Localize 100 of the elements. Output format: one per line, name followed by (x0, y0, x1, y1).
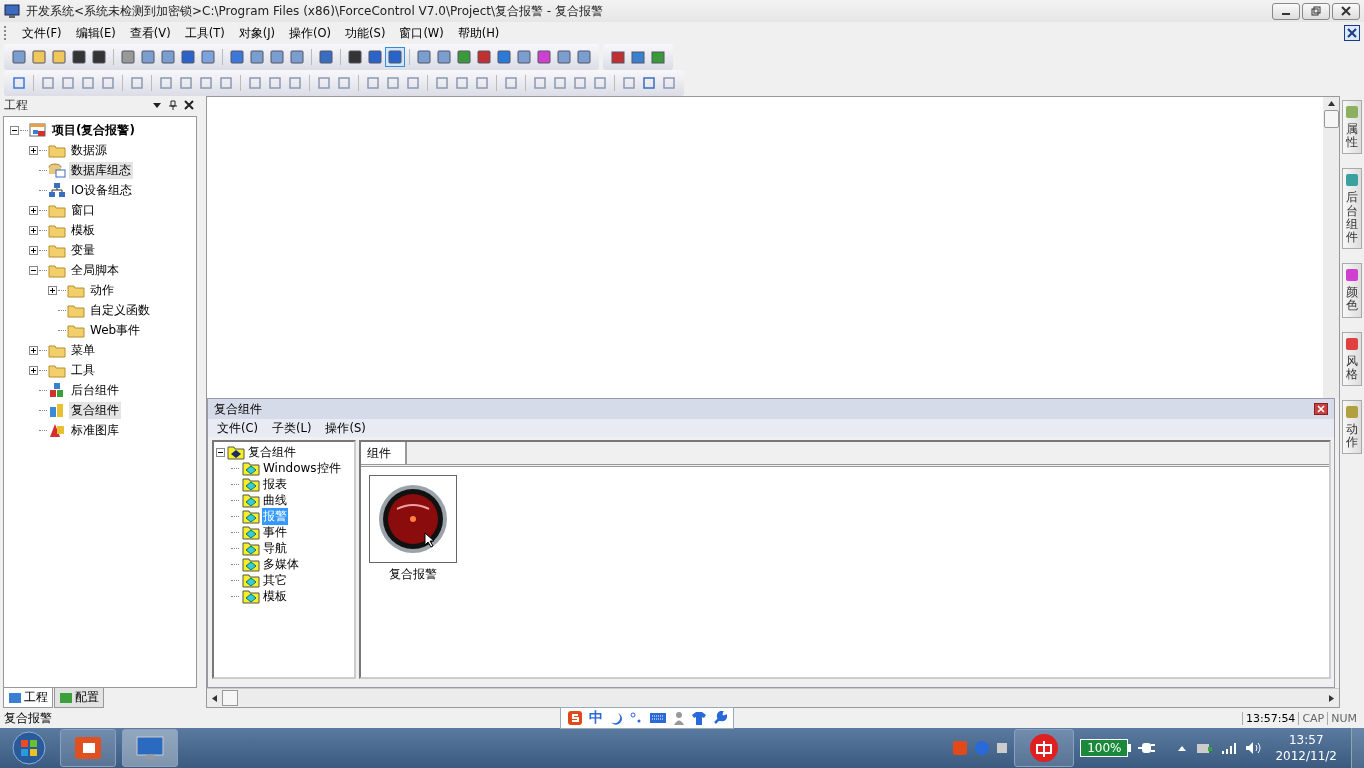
battery-indicator[interactable]: 100% (1080, 739, 1129, 757)
tree-item[interactable]: 全局脚本 (69, 261, 121, 279)
user-icon[interactable] (673, 711, 685, 725)
input-mode[interactable]: 中 (589, 709, 603, 727)
signal-icon[interactable] (1221, 741, 1238, 755)
tree-item[interactable]: IO设备组态 (69, 181, 134, 199)
toolbar-icon[interactable] (475, 48, 493, 66)
alarm-light-thumbnail[interactable] (369, 475, 457, 563)
network-icon[interactable] (1195, 741, 1214, 755)
toolbar-icon[interactable] (366, 48, 384, 66)
tree-item[interactable]: 复合组件 (247, 443, 297, 461)
expander-icon[interactable] (48, 285, 57, 295)
tree-item[interactable]: 菜单 (69, 341, 97, 359)
close-icon[interactable] (184, 100, 194, 110)
menu-item[interactable]: 编辑(E) (68, 25, 123, 41)
tree-item[interactable]: 其它 (262, 571, 288, 589)
side-tab[interactable]: 动作 (1342, 399, 1362, 455)
vertical-scrollbar[interactable] (1323, 97, 1339, 398)
minimize-button[interactable] (1272, 2, 1300, 20)
expander-icon[interactable] (29, 145, 38, 155)
speaker-icon[interactable] (1245, 741, 1262, 755)
menu-item[interactable]: 帮助(H) (450, 25, 507, 41)
side-tab[interactable]: 后台组件 (1342, 168, 1362, 250)
side-tab[interactable]: 颜色 (1342, 263, 1362, 318)
pin-icon[interactable] (168, 100, 178, 110)
tree-item[interactable]: 事件 (262, 523, 288, 541)
tree-item[interactable]: 报表 (262, 475, 288, 493)
clock-time[interactable]: 13:57 (1288, 732, 1324, 748)
punctuation-icon[interactable] (629, 711, 643, 725)
menu-item[interactable]: 文件(F) (15, 25, 69, 41)
toolbar-icon[interactable] (495, 48, 513, 66)
panel-tab[interactable]: 配置 (54, 688, 104, 708)
expander-icon[interactable] (29, 225, 38, 235)
tree-item[interactable]: 多媒体 (262, 555, 300, 573)
expander-icon[interactable] (29, 265, 38, 275)
menu-item[interactable]: 工具(T) (177, 25, 232, 41)
expander-icon[interactable] (10, 125, 19, 135)
menu-item[interactable]: 查看(V) (122, 25, 178, 41)
toolbar-icon[interactable] (70, 48, 88, 66)
scroll-up-icon[interactable] (1326, 99, 1336, 108)
sogou-icon[interactable] (567, 710, 583, 726)
tree-item[interactable]: 导航 (262, 539, 288, 557)
tab[interactable]: 组件 (361, 442, 407, 464)
keyboard-icon[interactable] (649, 712, 667, 724)
menu-item[interactable]: 功能(S) (338, 25, 393, 41)
tree-item[interactable]: 窗口 (69, 201, 97, 219)
side-tab[interactable]: 属性 (1342, 100, 1362, 155)
taskbar-app-button[interactable] (1014, 729, 1075, 767)
expander-icon[interactable] (29, 205, 38, 215)
shirt-icon[interactable] (691, 711, 707, 725)
close-button[interactable] (1314, 403, 1328, 415)
toolbar-icon[interactable] (346, 48, 364, 66)
expander-icon[interactable] (216, 447, 225, 457)
scroll-thumb[interactable] (222, 690, 238, 706)
expander-icon[interactable] (29, 345, 38, 355)
horizontal-scrollbar[interactable] (207, 688, 1339, 707)
tree-item[interactable]: 复合组件 (69, 401, 121, 419)
toolbar-icon[interactable] (228, 48, 246, 66)
panel-tab[interactable]: 工程 (3, 688, 53, 708)
tree-item[interactable]: 自定义函数 (88, 301, 152, 319)
toolbar-icon[interactable] (179, 48, 197, 66)
show-hidden-icon[interactable] (1177, 744, 1188, 752)
tree-item[interactable]: 数据库组态 (69, 161, 133, 179)
scroll-left-icon[interactable] (210, 693, 219, 703)
tree-item[interactable]: 后台组件 (69, 381, 121, 399)
menu-item[interactable]: 子类(L) (265, 420, 319, 436)
toolbar-icon[interactable] (609, 48, 627, 66)
toolbar-icon[interactable] (90, 48, 108, 66)
taskbar-app-button[interactable] (60, 729, 116, 767)
close-button[interactable] (1344, 25, 1360, 41)
menu-item[interactable]: 操作(S) (318, 420, 373, 436)
dropdown-icon[interactable] (152, 100, 162, 110)
toolbar-icon[interactable] (535, 48, 553, 66)
tree-item[interactable]: 工具 (69, 361, 97, 379)
expander-icon[interactable] (29, 245, 38, 255)
tree-item[interactable]: 动作 (88, 281, 116, 299)
scroll-right-icon[interactable] (1327, 693, 1336, 703)
tree-item[interactable]: Windows控件 (262, 459, 342, 477)
clock-date[interactable]: 2012/11/2 (1275, 748, 1337, 764)
tree-item[interactable]: Web事件 (88, 321, 143, 339)
tree-item[interactable]: 项目(复合报警) (50, 121, 137, 139)
tree-item[interactable]: 模板 (262, 587, 288, 605)
side-tab[interactable]: 风格 (1342, 331, 1362, 386)
close-button[interactable] (1332, 2, 1360, 20)
show-desktop-button[interactable] (1351, 728, 1364, 768)
menu-item[interactable]: 操作(O) (282, 25, 339, 41)
tree-item[interactable]: 模板 (69, 221, 97, 239)
menu-item[interactable]: 文件(C) (210, 420, 265, 436)
tree-item[interactable]: 数据源 (69, 141, 109, 159)
tree-item[interactable]: 曲线 (262, 491, 288, 509)
tree-item[interactable]: 变量 (69, 241, 97, 259)
toolbar-icon[interactable] (629, 48, 647, 66)
taskbar-app-button[interactable] (122, 729, 178, 767)
restore-button[interactable] (1302, 2, 1330, 20)
scroll-thumb[interactable] (1323, 110, 1339, 128)
expander-icon[interactable] (29, 365, 38, 375)
tree-item[interactable]: 标准图库 (69, 421, 121, 439)
power-plug-icon[interactable] (1137, 741, 1156, 755)
menu-item[interactable]: 窗口(W) (392, 25, 451, 41)
toolbar-icon[interactable] (386, 48, 404, 66)
